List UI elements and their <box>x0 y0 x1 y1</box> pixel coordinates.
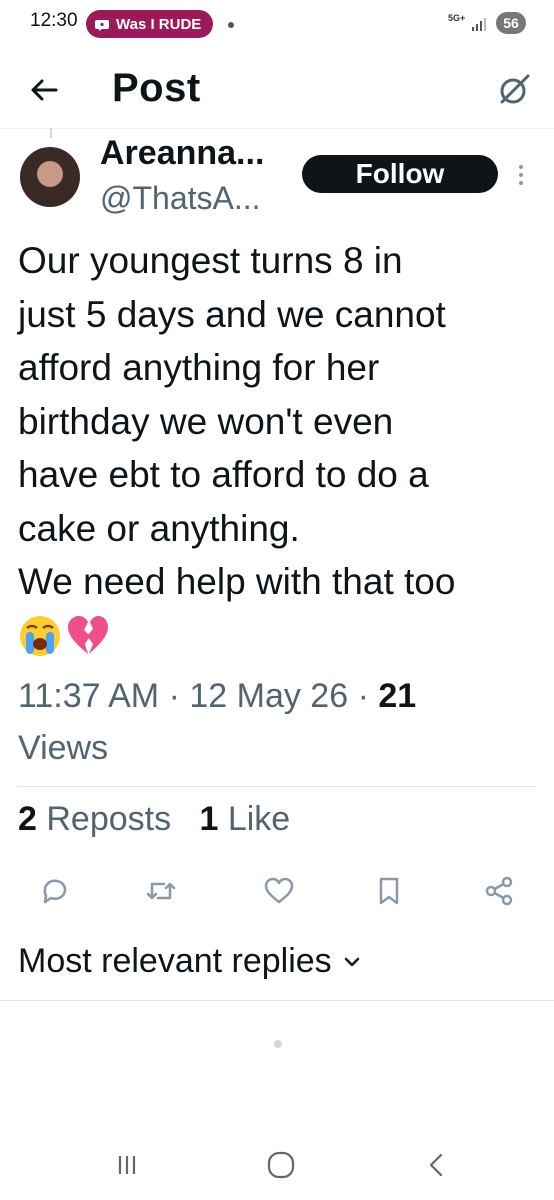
notification-pill-label: Was I RUDE <box>116 15 202 33</box>
loudly-crying-face-icon <box>20 616 60 656</box>
author-name[interactable]: Areanna... <box>100 134 264 173</box>
likes-stat[interactable]: 1 Like <box>199 800 290 838</box>
author-avatar[interactable] <box>20 147 80 207</box>
thread-connector <box>50 128 52 138</box>
divider <box>0 1000 554 1001</box>
repost-icon[interactable] <box>144 874 178 908</box>
post-time: 11:37 AM <box>18 677 160 715</box>
follow-button[interactable]: Follow <box>302 155 498 193</box>
radio-app-icon <box>95 20 109 31</box>
replies-sort-label: Most relevant replies <box>18 942 332 980</box>
divider <box>18 786 536 787</box>
share-icon[interactable] <box>482 874 516 908</box>
notification-dot <box>228 22 234 28</box>
engagement-stats: 2 Reposts 1 Like <box>18 800 290 839</box>
page-title: Post <box>112 66 201 110</box>
system-nav-bar <box>0 1130 554 1200</box>
post-meta: 11:37 AM · 12 May 26 · 21 Views <box>18 677 417 767</box>
back-icon[interactable] <box>422 1150 452 1180</box>
notification-pill[interactable]: Was I RUDE <box>86 10 214 38</box>
like-icon[interactable] <box>262 874 296 908</box>
reposts-stat[interactable]: 2 Reposts <box>18 800 171 838</box>
recent-apps-icon[interactable] <box>112 1150 142 1180</box>
status-bar: 12:30 Was I RUDE 5G+ 56 <box>0 0 554 52</box>
back-arrow-icon[interactable] <box>26 72 62 108</box>
network-indicator: 5G+ <box>448 13 466 23</box>
status-time: 12:30 <box>30 10 78 31</box>
signal-icon <box>472 18 486 31</box>
author-handle[interactable]: @ThatsA... <box>100 180 261 217</box>
battery-indicator: 56 <box>496 12 526 34</box>
post-text: Our youngest turns 8 in just 5 days and … <box>18 240 456 602</box>
grok-icon[interactable] <box>494 70 534 110</box>
views-count: 21 <box>378 677 417 715</box>
home-icon[interactable] <box>266 1150 296 1180</box>
header: Post <box>0 52 554 129</box>
bookmark-icon[interactable] <box>372 874 406 908</box>
chevron-down-icon <box>344 957 359 966</box>
more-options-icon[interactable] <box>512 160 530 190</box>
loading-indicator <box>274 1040 282 1048</box>
reply-icon[interactable] <box>38 874 72 908</box>
post-emojis <box>18 614 110 658</box>
views-label: Views <box>18 729 109 767</box>
broken-heart-icon <box>68 616 108 654</box>
replies-sort-dropdown[interactable]: Most relevant replies <box>18 942 360 981</box>
post-date: 12 May 26 <box>189 677 349 715</box>
